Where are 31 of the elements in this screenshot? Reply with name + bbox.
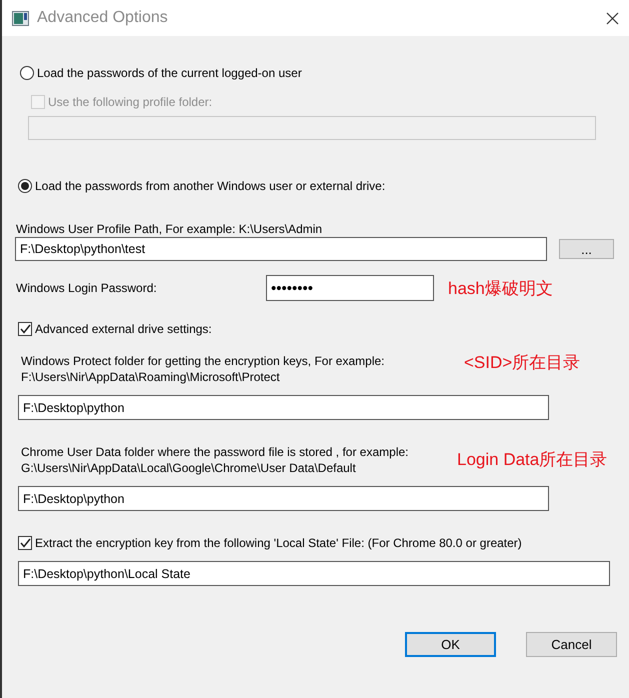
checkbox-label: Advanced external drive settings:	[35, 321, 212, 337]
checkbox[interactable]	[18, 322, 32, 336]
example-path: G:\Users\Nir\AppData\Local\Google\Chrome\User Data\Default	[21, 460, 357, 476]
check-icon	[20, 538, 30, 548]
example-path: F:\Users\Nir\AppData\Roaming\Microsoft\Protect	[21, 369, 281, 385]
input-field[interactable]: ••••••••	[266, 275, 434, 301]
window-title: Advanced Options	[37, 9, 169, 27]
input-field[interactable]: F:\Desktop\python	[18, 395, 549, 420]
annotation-text: <SID>所在目录	[464, 352, 580, 374]
dialog-button[interactable]: Cancel	[526, 632, 617, 657]
annotation-text: Login Data所在目录	[457, 449, 608, 471]
browse-button[interactable]: ...	[559, 239, 614, 259]
radio-label: Load the passwords of the current logged-on user	[37, 65, 302, 81]
field-label: Windows User Profile Path, For example: K:\Users\Admin	[16, 221, 324, 237]
input-field[interactable]: F:\Desktop\python\test	[15, 237, 547, 261]
radio-button[interactable]	[18, 179, 32, 193]
field-label: Windows Login Password:	[16, 280, 158, 296]
input-field[interactable]: F:\Desktop\python\Local State	[18, 561, 610, 586]
checkbox[interactable]	[18, 536, 32, 550]
close-icon[interactable]	[606, 12, 619, 24]
checkbox-label: Use the following profile folder:	[48, 94, 212, 110]
check-icon	[20, 324, 30, 334]
dialog-button[interactable]: OK	[405, 632, 496, 657]
app-icon	[12, 10, 29, 26]
radio-button[interactable]	[20, 66, 34, 80]
radio-label: Load the passwords from another Windows user or external drive:	[35, 178, 386, 194]
checkbox-label: Extract the encryption key from the following 'Local State' File: (For Chrome 80.0 or greater)	[35, 535, 522, 551]
input-field[interactable]: F:\Desktop\python	[18, 486, 549, 511]
annotation-text: hash爆破明文	[448, 278, 553, 300]
label-text: Chrome User Data folder where the password file is stored , for example:	[21, 444, 410, 460]
label-text: Windows Protect folder for getting the encryption keys, For example:	[21, 353, 386, 369]
